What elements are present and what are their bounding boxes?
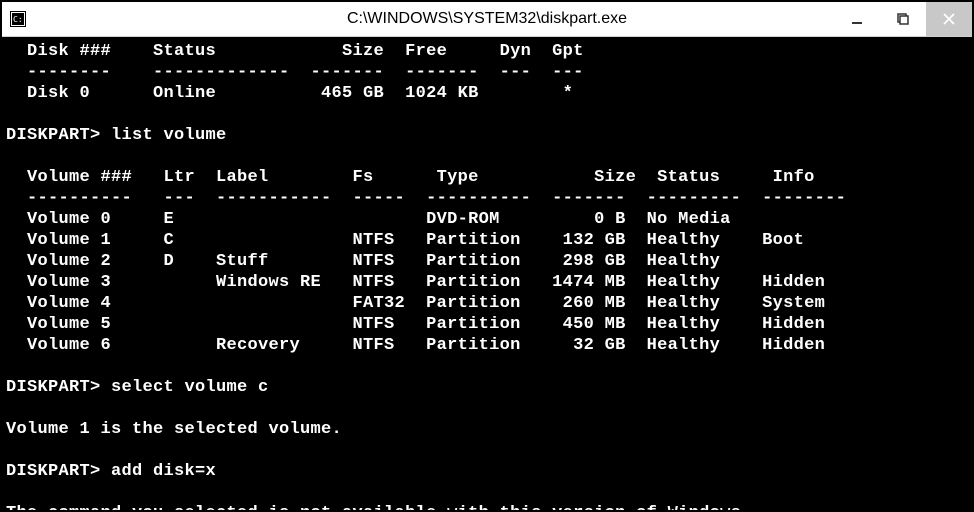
svg-text:C:: C: [13, 15, 23, 24]
window-controls [834, 2, 972, 36]
maximize-button[interactable] [880, 2, 926, 36]
console-output[interactable]: Disk ### Status Size Free Dyn Gpt ------… [2, 37, 972, 510]
cmd-icon: C: [10, 11, 26, 27]
minimize-button[interactable] [834, 2, 880, 36]
window-title: C:\WINDOWS\SYSTEM32\diskpart.exe [2, 10, 972, 28]
app-window: C: C:\WINDOWS\SYSTEM32\diskpart.exe [0, 0, 974, 512]
close-button[interactable] [926, 2, 972, 36]
titlebar[interactable]: C: C:\WINDOWS\SYSTEM32\diskpart.exe [2, 2, 972, 37]
